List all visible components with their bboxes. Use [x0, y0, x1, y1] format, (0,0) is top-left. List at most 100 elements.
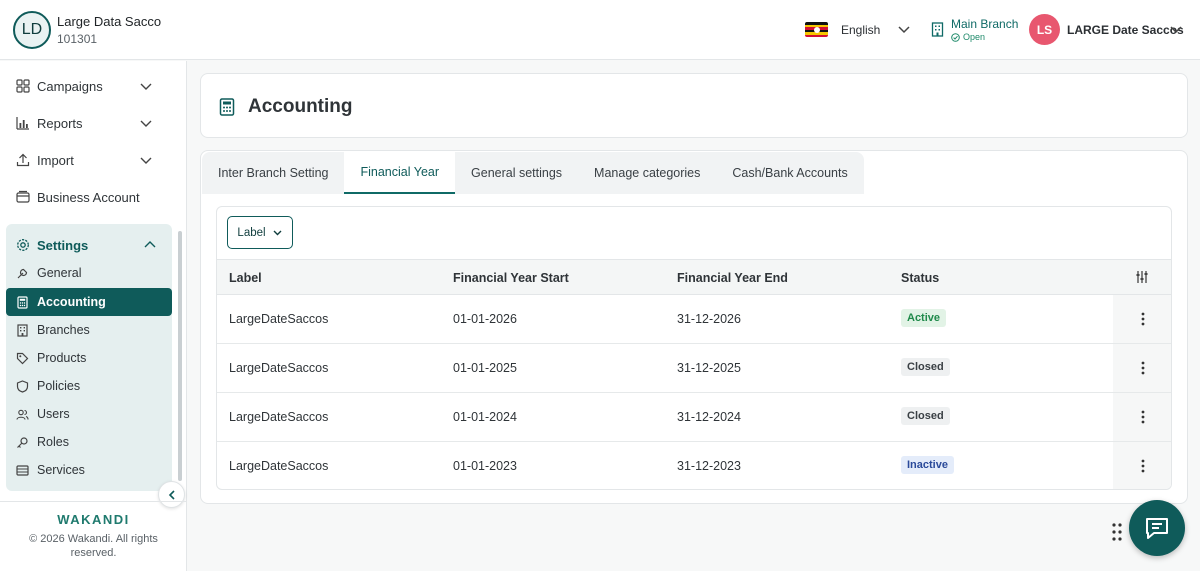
- table-row[interactable]: LargeDateSaccos 01-01-2026 31-12-2026 Ac…: [217, 295, 1171, 344]
- org-id: 101301: [57, 32, 98, 46]
- calculator-icon: [17, 295, 28, 309]
- table-row[interactable]: LargeDateSaccos 01-01-2023 31-12-2023 In…: [217, 442, 1171, 489]
- brand-logo: WAKANDI: [57, 512, 130, 527]
- tab-manage-categories[interactable]: Manage categories: [578, 152, 716, 194]
- sidebar-item-branches[interactable]: Branches: [6, 316, 172, 344]
- branch-selector[interactable]: Main Branch: [951, 17, 1018, 31]
- cell-start: 01-01-2025: [453, 361, 517, 375]
- table-header: Label Financial Year Start Financial Yea…: [217, 259, 1171, 295]
- sidebar-item-label: Reports: [37, 115, 83, 131]
- tab-general-settings[interactable]: General settings: [455, 152, 578, 194]
- table-row[interactable]: LargeDateSaccos 01-01-2025 31-12-2025 Cl…: [217, 344, 1171, 393]
- column-settings-icon[interactable]: [1135, 270, 1149, 284]
- sidebar-item-reports[interactable]: Reports: [16, 112, 166, 134]
- branch-status-label: Open: [963, 32, 986, 42]
- bar-chart-icon: [16, 117, 29, 130]
- chevron-left-icon: [168, 489, 175, 500]
- status-badge: Closed: [901, 358, 950, 376]
- settings-group: Settings General Accounting Branches Pro…: [6, 224, 172, 491]
- sidebar-item-policies[interactable]: Policies: [6, 372, 172, 400]
- sidebar: Campaigns Reports Import Business Accoun…: [0, 61, 187, 571]
- sidebar-item-label: Roles: [37, 435, 69, 449]
- drag-handle-icon[interactable]: [1111, 522, 1123, 542]
- chevron-down-icon: [140, 83, 152, 90]
- chat-icon: [1146, 518, 1168, 539]
- sidebar-item-business-account[interactable]: Business Account: [16, 186, 166, 208]
- row-actions-button[interactable]: [1113, 442, 1171, 489]
- user-avatar[interactable]: LS: [1029, 14, 1060, 45]
- org-avatar[interactable]: LD: [13, 11, 51, 49]
- sidebar-item-services[interactable]: Services: [6, 456, 172, 484]
- branch-status: Open: [951, 32, 985, 42]
- tab-inter-branch-setting[interactable]: Inter Branch Setting: [202, 152, 344, 194]
- calculator-icon: [219, 98, 235, 116]
- content-card: Inter Branch Setting Financial Year Gene…: [200, 150, 1188, 504]
- sidebar-item-general[interactable]: General: [6, 259, 172, 287]
- column-header-end[interactable]: Financial Year End: [677, 271, 788, 285]
- sidebar-item-settings[interactable]: Settings: [16, 234, 166, 256]
- sidebar-item-accounting[interactable]: Accounting: [6, 288, 172, 316]
- building-icon: [17, 323, 28, 337]
- more-vertical-icon: [1141, 312, 1145, 326]
- cell-label: LargeDateSaccos: [229, 361, 329, 375]
- column-header-label[interactable]: Label: [229, 271, 262, 285]
- row-actions-button[interactable]: [1113, 295, 1171, 343]
- sidebar-item-label: Products: [37, 351, 87, 365]
- wallet-icon: [16, 190, 30, 203]
- sidebar-scrollbar[interactable]: [178, 231, 182, 481]
- key-icon: [17, 436, 28, 448]
- gear-icon: [17, 239, 29, 251]
- cell-label: LargeDateSaccos: [229, 459, 329, 473]
- status-badge: Inactive: [901, 456, 954, 474]
- building-icon: [931, 22, 944, 37]
- chevron-down-icon: [140, 120, 152, 127]
- collapse-sidebar-button[interactable]: [158, 481, 185, 508]
- financial-year-table: Label Label Financial Year Start Financi…: [216, 206, 1172, 490]
- shield-icon: [16, 379, 29, 393]
- more-vertical-icon: [1141, 410, 1145, 424]
- top-bar: LD Large Data Sacco 101301 English Main …: [0, 0, 1200, 60]
- chat-button[interactable]: [1129, 500, 1185, 556]
- user-menu[interactable]: LARGE Date Saccos: [1067, 23, 1184, 37]
- status-badge: Active: [901, 309, 947, 327]
- status-badge: Closed: [901, 407, 950, 425]
- sidebar-item-label: Services: [37, 463, 85, 477]
- sidebar-item-label: Users: [37, 407, 70, 421]
- sidebar-item-label: Accounting: [37, 295, 106, 309]
- server-icon: [16, 464, 29, 476]
- wrench-icon: [17, 268, 28, 278]
- chevron-down-icon[interactable]: [897, 22, 911, 36]
- page-title: Accounting: [248, 96, 353, 117]
- sidebar-item-products[interactable]: Products: [6, 344, 172, 372]
- column-header-start[interactable]: Financial Year Start: [453, 271, 569, 285]
- sidebar-item-roles[interactable]: Roles: [6, 428, 172, 456]
- language-select[interactable]: English: [841, 23, 880, 37]
- org-name: Large Data Sacco: [57, 14, 162, 29]
- label-filter-button[interactable]: Label: [227, 216, 293, 249]
- more-vertical-icon: [1141, 459, 1145, 473]
- table-row[interactable]: LargeDateSaccos 01-01-2024 31-12-2024 Cl…: [217, 393, 1171, 442]
- tag-icon: [16, 352, 29, 364]
- sidebar-item-users[interactable]: Users: [6, 400, 172, 428]
- cell-start: 01-01-2024: [453, 410, 517, 424]
- uganda-flag-icon[interactable]: [805, 22, 828, 37]
- tab-bar: Inter Branch Setting Financial Year Gene…: [202, 152, 864, 194]
- more-vertical-icon: [1141, 361, 1145, 375]
- grid-icon: [16, 79, 30, 93]
- sidebar-item-label: Campaigns: [37, 78, 103, 94]
- cell-label: LargeDateSaccos: [229, 312, 329, 326]
- tab-cash-bank-accounts[interactable]: Cash/Bank Accounts: [716, 152, 863, 194]
- sidebar-item-label: Policies: [37, 379, 81, 393]
- users-icon: [16, 409, 29, 420]
- row-actions-button[interactable]: [1113, 344, 1171, 392]
- sidebar-item-import[interactable]: Import: [16, 149, 166, 171]
- sidebar-item-campaigns[interactable]: Campaigns: [16, 75, 166, 97]
- filter-label: Label: [237, 226, 266, 239]
- column-header-status[interactable]: Status: [901, 271, 939, 285]
- sidebar-item-label: Import: [37, 152, 74, 168]
- chevron-down-icon[interactable]: [1169, 22, 1183, 36]
- settings-label: Settings: [37, 237, 89, 253]
- tab-financial-year[interactable]: Financial Year: [344, 152, 456, 194]
- chevron-down-icon: [273, 230, 282, 236]
- row-actions-button[interactable]: [1113, 393, 1171, 441]
